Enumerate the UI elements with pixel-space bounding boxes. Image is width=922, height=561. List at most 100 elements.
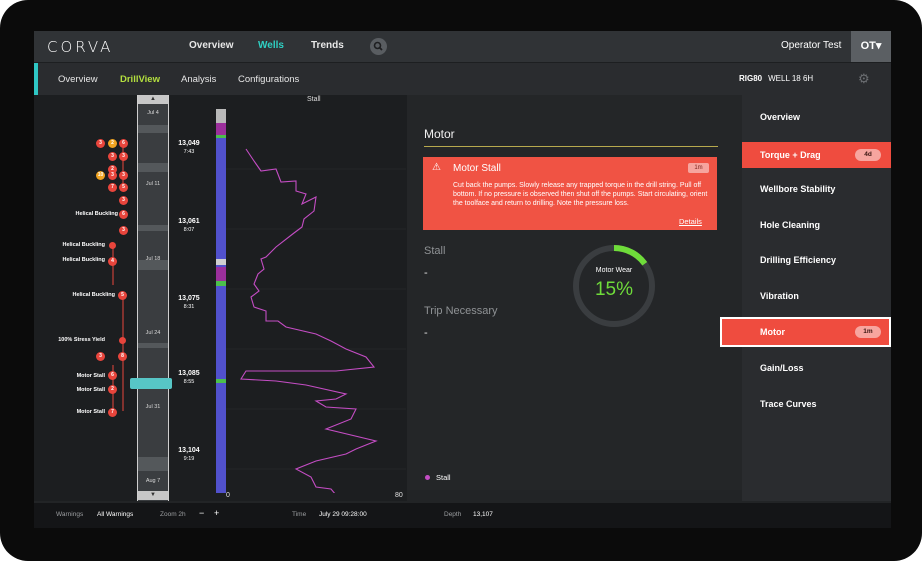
timeline-scrubber[interactable]: ▲ Jul 4 Jul 11 Jul 18 Jul 24 Jul 31 Aug … (137, 95, 169, 501)
event-count-badge[interactable]: 6 (119, 139, 128, 148)
user-name[interactable]: Operator Test (781, 40, 841, 51)
trip-necessary-value: - (424, 327, 428, 339)
event-count-badge[interactable]: 2 (108, 385, 117, 394)
event-label[interactable]: Helical Buckling (76, 211, 119, 217)
search-button[interactable] (370, 38, 387, 55)
timeline-date: Aug 7 (145, 478, 161, 484)
device-frame: CORVA Overview Wells Trends Operator Tes… (0, 0, 922, 561)
event-marker[interactable] (109, 242, 116, 249)
event-count-badge[interactable]: 8 (118, 352, 127, 361)
event-count-badge[interactable]: 3 (119, 196, 128, 205)
well-identifier: RIG80 WELL 18 6H (739, 74, 813, 83)
event-count-badge[interactable]: 3 (108, 171, 117, 180)
stall-line-chart (226, 148, 406, 493)
event-count-badge[interactable]: 3 (119, 152, 128, 161)
motor-panel: Motor ⚠ Motor Stall 1m Cut back the pump… (407, 95, 742, 490)
timeline-band (138, 343, 168, 348)
corva-logo: CORVA (47, 38, 114, 56)
timeline-band (138, 457, 168, 471)
depth-label: 13,061 8:07 (178, 218, 200, 233)
rig-name: RIG80 (739, 74, 763, 83)
event-count-badge[interactable]: 5 (118, 291, 127, 300)
sidebar-item-gain-loss[interactable]: Gain/Loss (742, 355, 891, 381)
timeline-band (138, 225, 168, 231)
panel-divider (424, 146, 718, 147)
legend-label: Stall (436, 473, 451, 482)
activity-segment (216, 281, 226, 286)
app-screen: CORVA Overview Wells Trends Operator Tes… (34, 31, 891, 528)
timeline-band (138, 163, 168, 172)
alert-details-link[interactable]: Details (679, 217, 702, 226)
alert-title: Motor Stall (453, 163, 501, 174)
sidebar-item-hole-cleaning[interactable]: Hole Cleaning (742, 212, 891, 238)
x-tick: 80 (395, 492, 403, 499)
x-tick: 0 (226, 492, 230, 499)
motor-stall-alert: ⚠ Motor Stall 1m Cut back the pumps. Slo… (423, 157, 717, 230)
timeline-band (138, 125, 168, 133)
tab-overview[interactable]: Overview (58, 74, 98, 85)
user-avatar-menu[interactable]: OT▾ (851, 31, 891, 62)
event-label[interactable]: Helical Buckling (73, 292, 116, 298)
timeline-date: Jul 11 (145, 181, 161, 187)
panel-title: Motor (424, 127, 455, 141)
scroll-down-arrow[interactable]: ▼ (138, 491, 168, 500)
event-label[interactable]: Motor Stall (77, 387, 105, 393)
sidebar-item-wellbore-stability[interactable]: Wellbore Stability (742, 176, 891, 202)
event-label[interactable]: Motor Stall (77, 409, 105, 415)
event-count-badge[interactable]: 3 (119, 171, 128, 180)
depth-label: 13,075 8:31 (178, 295, 200, 310)
tab-drillview[interactable]: DrillView (120, 74, 160, 85)
nav-trends[interactable]: Trends (311, 40, 344, 51)
event-count-badge[interactable]: 3 (108, 152, 117, 161)
event-count-badge[interactable]: 3 (119, 226, 128, 235)
zoom-in-button[interactable]: + (214, 508, 219, 518)
gauge-label: Motor Wear (595, 267, 633, 274)
warnings-filter[interactable]: All Warnings (97, 511, 133, 518)
timeline-drag-handle[interactable] (130, 378, 172, 389)
activity-segment (216, 259, 226, 265)
sidebar-item-motor[interactable]: Motor 1m (720, 317, 891, 347)
activity-segment (216, 379, 226, 383)
event-count-badge[interactable]: 6 (108, 371, 117, 380)
timeline-date: Jul 4 (147, 110, 159, 116)
event-count-badge[interactable]: 7 (108, 183, 117, 192)
status-footer: Warnings All Warnings Zoom 2h − + Time J… (34, 503, 891, 528)
time-badge: 4d (855, 149, 881, 161)
event-count-badge[interactable]: 5 (119, 183, 128, 192)
event-label[interactable]: Motor Stall (77, 373, 105, 379)
scroll-up-arrow[interactable]: ▲ (138, 95, 168, 104)
sidebar-item-drilling-efficiency[interactable]: Drilling Efficiency (742, 247, 891, 273)
nav-overview[interactable]: Overview (189, 40, 233, 51)
event-marker[interactable] (119, 337, 126, 344)
sidebar-item-trace-curves[interactable]: Trace Curves (742, 391, 891, 417)
event-count-badge[interactable]: 6 (119, 210, 128, 219)
nav-wells[interactable]: Wells (258, 40, 284, 51)
depth-footer-value: 13,107 (473, 511, 493, 518)
chart-title: Stall (307, 96, 321, 103)
event-count-badge[interactable]: 3 (96, 352, 105, 361)
stall-value: - (424, 267, 428, 279)
event-count-badge[interactable]: 4 (108, 257, 117, 266)
time-label: Time (292, 511, 307, 518)
tab-configurations[interactable]: Configurations (238, 74, 299, 85)
event-count-badge[interactable]: 7 (108, 408, 117, 417)
warnings-label: Warnings (56, 511, 84, 518)
alert-time-badge: 1m (688, 163, 709, 173)
event-count-badge[interactable]: 2 (108, 139, 117, 148)
gear-icon[interactable]: ⚙ (858, 71, 870, 87)
search-icon (373, 41, 383, 51)
event-label[interactable]: 100% Stress Yield (58, 337, 105, 343)
event-label[interactable]: Helical Buckling (63, 257, 106, 263)
sidebar-item-torque-drag[interactable]: Torque + Drag 4d (742, 142, 891, 168)
sidebar-item-vibration[interactable]: Vibration (742, 283, 891, 309)
event-label[interactable]: Helical Buckling (63, 242, 106, 248)
top-nav: CORVA Overview Wells Trends Operator Tes… (34, 31, 891, 62)
sidebar-item-overview[interactable]: Overview (742, 104, 891, 130)
timeline-date: Jul 18 (145, 256, 161, 262)
depth-label: 13,049 7:43 (178, 140, 200, 155)
event-count-badge[interactable]: 10 (96, 171, 105, 180)
activity-track (216, 109, 226, 493)
zoom-out-button[interactable]: − (199, 508, 204, 518)
tab-analysis[interactable]: Analysis (181, 74, 216, 85)
event-count-badge[interactable]: 3 (96, 139, 105, 148)
